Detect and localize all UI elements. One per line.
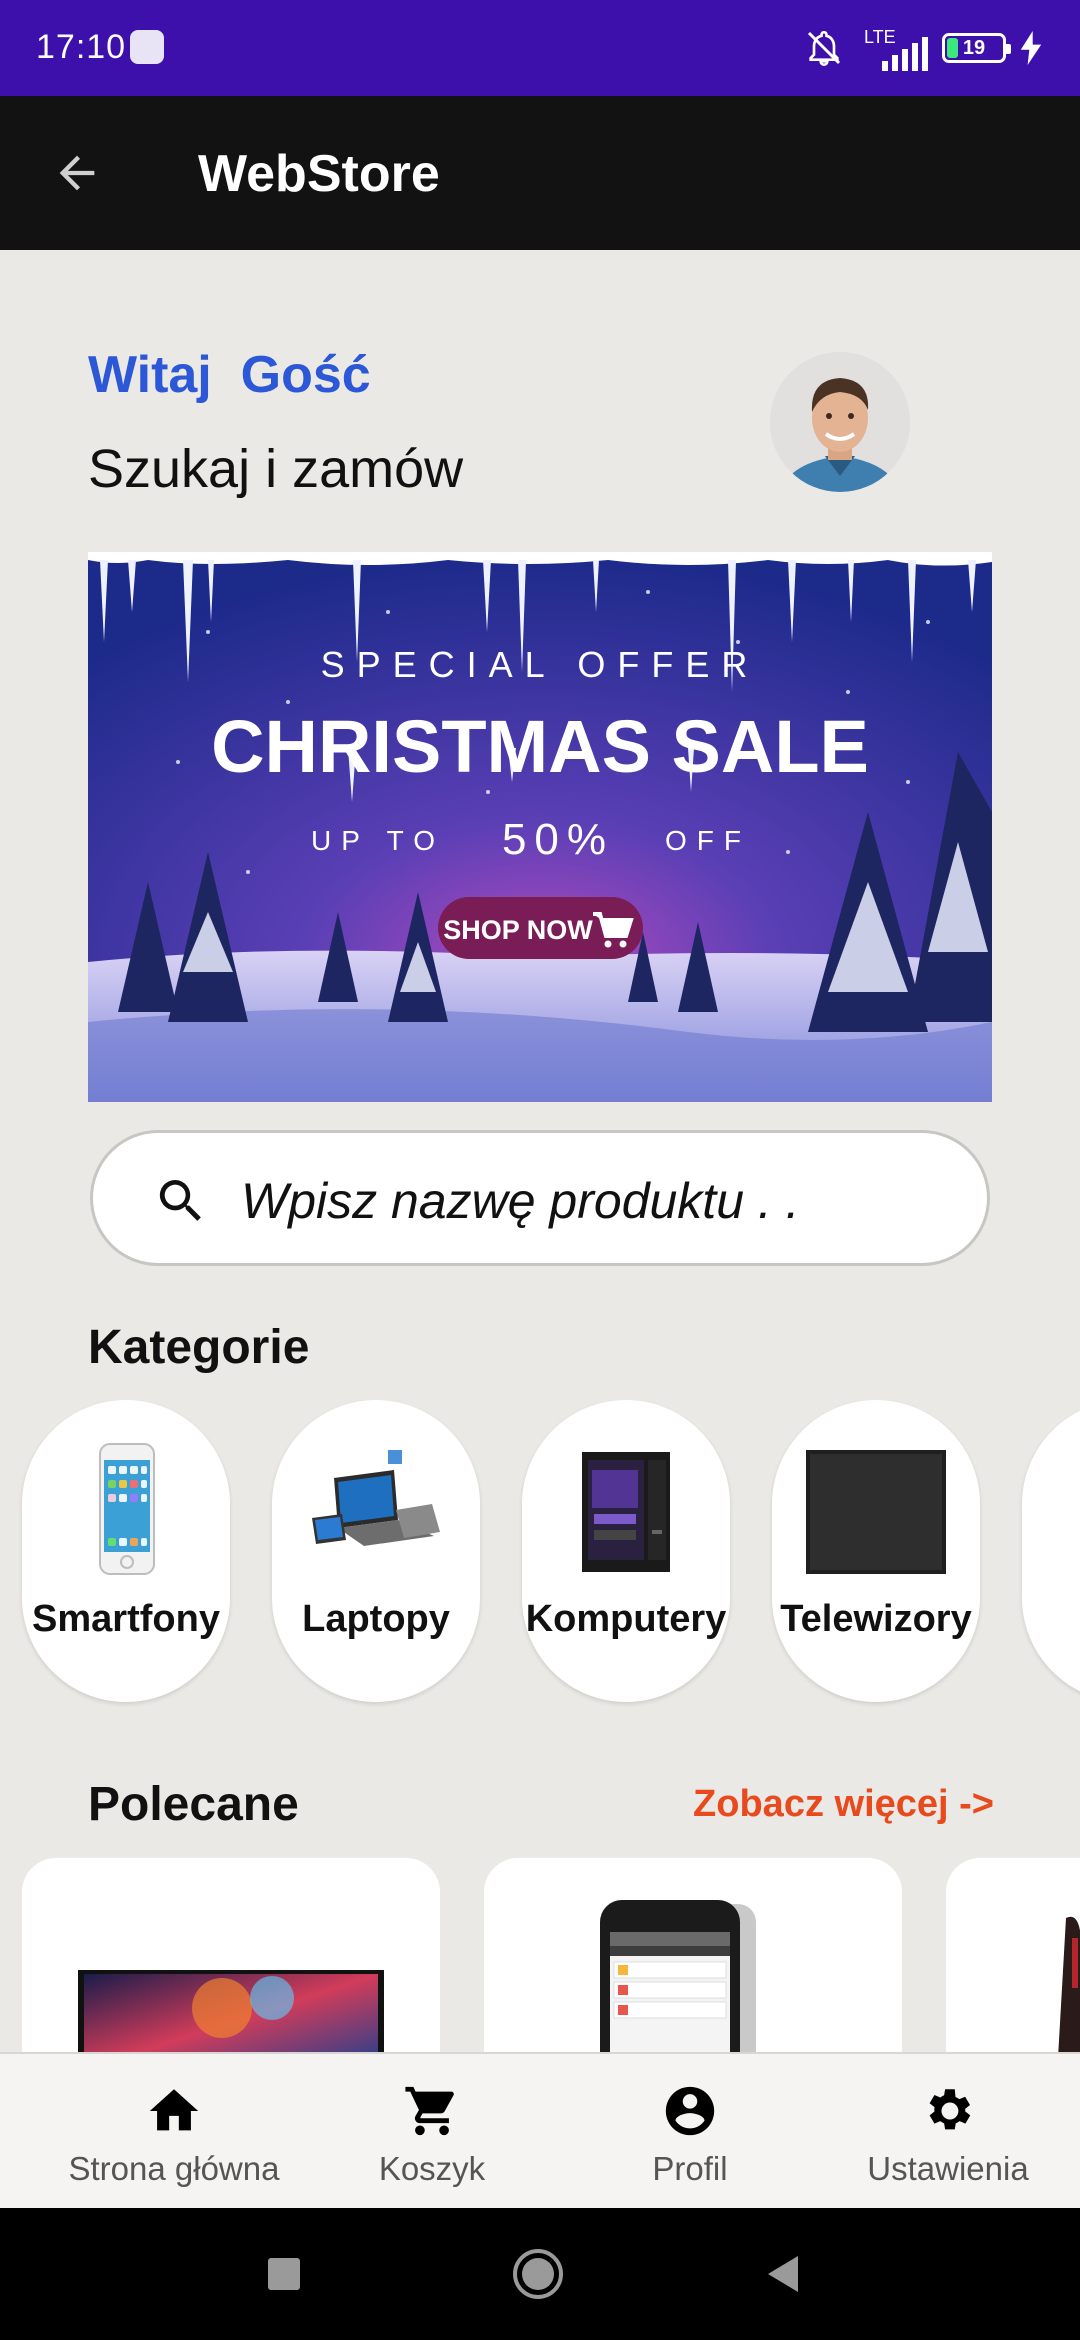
category-next[interactable] bbox=[1022, 1400, 1080, 1702]
nav-settings[interactable]: Ustawienia bbox=[818, 2082, 1078, 2202]
tv-icon bbox=[806, 1450, 946, 1574]
charging-icon bbox=[1020, 31, 1042, 65]
smartphone-icon bbox=[99, 1443, 155, 1575]
avatar[interactable] bbox=[770, 352, 910, 492]
home-icon bbox=[149, 2089, 199, 2131]
back-button[interactable] bbox=[40, 136, 114, 210]
settings-icon bbox=[929, 2089, 971, 2130]
nav-label: Profil bbox=[652, 2150, 728, 2187]
search-icon bbox=[159, 1180, 201, 1221]
category-label: Smartfony bbox=[32, 1598, 220, 1640]
category-telewizory[interactable]: Telewizory bbox=[772, 1400, 980, 1702]
account-icon bbox=[665, 2086, 715, 2136]
promo-banner[interactable]: SPECIAL OFFER CHRISTMAS SALE UP TO 50% O… bbox=[88, 552, 992, 1102]
desktop-computer-icon bbox=[582, 1452, 670, 1572]
category-smartfony[interactable]: Smartfony bbox=[22, 1400, 230, 1702]
status-bar: 17:10 LTE 19 bbox=[0, 0, 1080, 96]
greeting-name: Gość bbox=[240, 346, 371, 404]
banner-discount-suffix: OFF bbox=[665, 825, 751, 856]
search-input[interactable] bbox=[241, 1163, 941, 1239]
recommended-list bbox=[0, 1858, 1080, 2058]
arrow-back-icon bbox=[59, 155, 95, 191]
nav-cart[interactable]: Koszyk bbox=[302, 2082, 562, 2202]
nav-profile[interactable]: Profil bbox=[560, 2082, 820, 2202]
status-time: 17:10 bbox=[36, 28, 127, 66]
category-komputery[interactable]: Komputery bbox=[522, 1400, 730, 1702]
shop-now-button[interactable]: SHOP NOW bbox=[438, 897, 643, 959]
app-title: WebStore bbox=[198, 145, 440, 203]
nav-label: Ustawienia bbox=[867, 2150, 1029, 2187]
recents-button[interactable] bbox=[264, 2254, 304, 2294]
status-icons: LTE 19 bbox=[804, 22, 1042, 74]
cart-icon bbox=[405, 2086, 454, 2136]
product-image bbox=[600, 1900, 756, 2058]
recommended-title: Polecane bbox=[88, 1778, 299, 1831]
greeting-subtitle: Szukaj i zamów bbox=[88, 439, 464, 499]
greeting: Witaj Gość bbox=[88, 345, 371, 405]
home-button[interactable] bbox=[510, 2246, 566, 2302]
app-bar: WebStore bbox=[0, 96, 1080, 250]
category-label: Laptopy bbox=[302, 1598, 450, 1640]
categories-title: Kategorie bbox=[88, 1321, 310, 1374]
bell-off-icon bbox=[807, 30, 841, 67]
banner-headline: CHRISTMAS SALE bbox=[211, 705, 869, 788]
back-nav-button[interactable] bbox=[764, 2252, 804, 2296]
nav-label: Strona główna bbox=[68, 2150, 280, 2187]
product-card[interactable] bbox=[946, 1858, 1080, 2058]
product-card[interactable] bbox=[484, 1858, 902, 2058]
banner-discount-prefix: UP TO bbox=[311, 825, 445, 856]
system-navigation bbox=[0, 2208, 1080, 2340]
banner-discount-value: 50% bbox=[502, 815, 614, 864]
product-card[interactable] bbox=[22, 1858, 440, 2058]
product-image bbox=[78, 1970, 384, 2058]
categories-list: Smartfony Laptopy Komputery Telewizory bbox=[0, 1400, 1080, 1710]
user-photo bbox=[770, 352, 910, 492]
product-image bbox=[1058, 1916, 1080, 2058]
search-bar[interactable] bbox=[90, 1130, 990, 1266]
greeting-word: Witaj bbox=[88, 346, 212, 404]
app-notification-icon bbox=[130, 30, 164, 64]
category-label: Komputery bbox=[525, 1598, 727, 1640]
laptop-icon bbox=[312, 1450, 440, 1546]
see-more-link[interactable]: Zobacz więcej -> bbox=[693, 1783, 994, 1826]
battery-icon: 19 bbox=[942, 33, 1011, 63]
category-laptopy[interactable]: Laptopy bbox=[272, 1400, 480, 1702]
category-label: Telewizory bbox=[780, 1598, 972, 1640]
nav-home[interactable]: Strona główna bbox=[44, 2082, 304, 2202]
bottom-navigation: Strona główna Koszyk Profil Ustawienia bbox=[0, 2052, 1080, 2208]
nav-label: Koszyk bbox=[378, 2150, 486, 2187]
signal-icon: LTE bbox=[858, 25, 928, 71]
shop-now-label: SHOP NOW bbox=[443, 915, 593, 945]
battery-level: 19 bbox=[962, 36, 986, 59]
banner-label: SPECIAL OFFER bbox=[321, 644, 760, 685]
